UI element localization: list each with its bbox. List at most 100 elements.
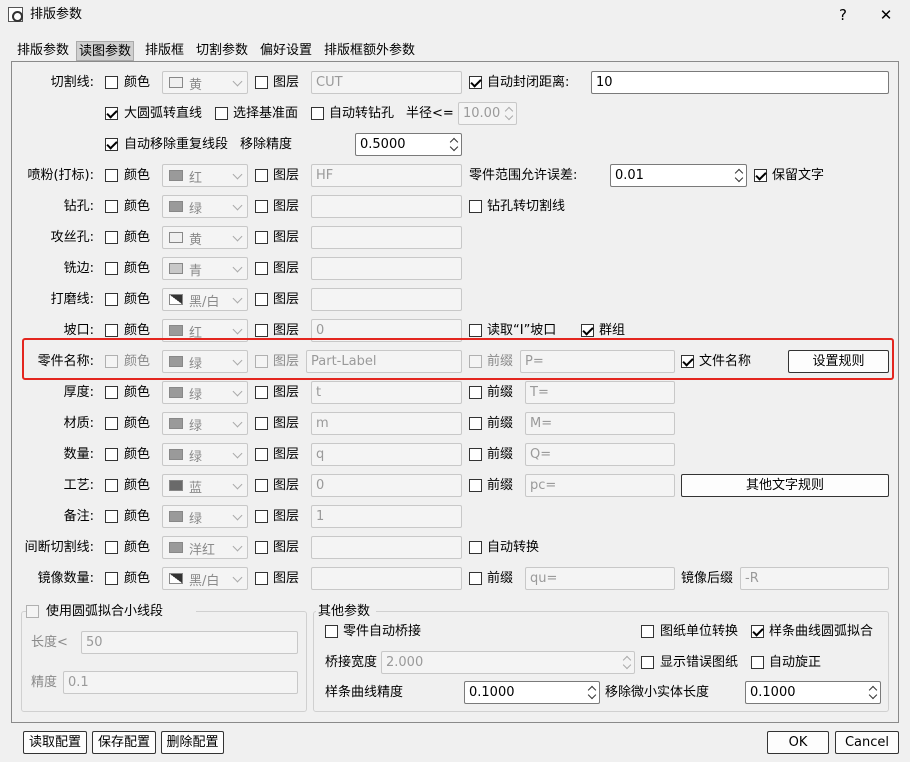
thickness-prefix-checkbox[interactable]: [469, 386, 482, 399]
bevel-color-checkbox[interactable]: [105, 324, 118, 337]
read-bevel-checkbox[interactable]: [469, 324, 482, 337]
set-rule-button[interactable]: 设置规则: [788, 350, 889, 373]
help-button[interactable]: ?: [831, 4, 855, 26]
note-layer-checkbox[interactable]: [255, 510, 268, 523]
bevel-layer-checkbox[interactable]: [255, 324, 268, 337]
auto-close-input[interactable]: 10: [591, 71, 889, 94]
radius-spinner[interactable]: 10.00: [458, 102, 517, 125]
auto-convert-checkbox[interactable]: [469, 541, 482, 554]
material-layer-checkbox[interactable]: [255, 417, 268, 430]
part-prefix-checkbox[interactable]: [469, 355, 482, 368]
mirror-prefix-input[interactable]: qu=: [525, 567, 675, 590]
mill-layer-input[interactable]: [311, 257, 462, 280]
process-prefix-input[interactable]: pc=: [525, 474, 675, 497]
close-icon[interactable]: ✕: [874, 4, 898, 26]
mirror-color-select[interactable]: 黑/白: [162, 567, 248, 590]
select-base-checkbox[interactable]: [215, 107, 228, 120]
note-color-select[interactable]: 绿: [162, 505, 248, 528]
other-text-rule-button[interactable]: 其他文字规则: [681, 474, 889, 497]
tap-color-checkbox[interactable]: [105, 231, 118, 244]
cancel-button[interactable]: Cancel: [835, 731, 899, 754]
auto-rotate-checkbox[interactable]: [751, 656, 764, 669]
powder-color-checkbox[interactable]: [105, 169, 118, 182]
group-checkbox[interactable]: [581, 324, 594, 337]
mirror-suffix-input[interactable]: -R: [740, 567, 889, 590]
note-color-checkbox[interactable]: [105, 510, 118, 523]
tab-preferences[interactable]: 偏好设置: [258, 41, 314, 61]
spin-down-icon[interactable]: [588, 693, 596, 701]
process-layer-input[interactable]: 0: [311, 474, 462, 497]
mill-color-select[interactable]: 青: [162, 257, 248, 280]
auto-bridge-checkbox[interactable]: [325, 625, 338, 638]
thickness-prefix-input[interactable]: T=: [525, 381, 675, 404]
read-config-button[interactable]: 读取配置: [23, 731, 87, 754]
arc-precision-input[interactable]: 0.1: [63, 671, 298, 694]
spin-down-icon[interactable]: [505, 114, 513, 122]
powder-layer-checkbox[interactable]: [255, 169, 268, 182]
auto-close-checkbox[interactable]: [469, 76, 482, 89]
spin-down-icon[interactable]: [450, 145, 458, 153]
cut-color-checkbox[interactable]: [105, 76, 118, 89]
note-layer-input[interactable]: 1: [311, 505, 462, 528]
auto-remove-checkbox[interactable]: [105, 138, 118, 151]
process-color-checkbox[interactable]: [105, 479, 118, 492]
cut-color-select[interactable]: 黄: [162, 71, 248, 94]
drill-layer-input[interactable]: [311, 195, 462, 218]
powder-layer-input[interactable]: HF: [311, 164, 462, 187]
grind-color-select[interactable]: 黑/白: [162, 288, 248, 311]
quantity-layer-checkbox[interactable]: [255, 448, 268, 461]
powder-color-select[interactable]: 红: [162, 164, 248, 187]
arc-length-input[interactable]: 50: [81, 631, 298, 654]
grind-layer-input[interactable]: [311, 288, 462, 311]
mirror-layer-checkbox[interactable]: [255, 572, 268, 585]
remove-small-spinner[interactable]: 0.1000: [745, 681, 881, 704]
spin-down-icon[interactable]: [623, 663, 631, 671]
mirror-color-checkbox[interactable]: [105, 572, 118, 585]
spline-precision-spinner[interactable]: 0.1000: [464, 681, 600, 704]
process-layer-checkbox[interactable]: [255, 479, 268, 492]
grind-color-checkbox[interactable]: [105, 293, 118, 306]
material-prefix-input[interactable]: M=: [525, 412, 675, 435]
tab-cut-params[interactable]: 切割参数: [194, 41, 250, 61]
drill-to-cut-checkbox[interactable]: [469, 200, 482, 213]
part-color-select[interactable]: 绿: [162, 350, 248, 373]
thickness-layer-checkbox[interactable]: [255, 386, 268, 399]
save-config-button[interactable]: 保存配置: [92, 731, 156, 754]
tap-color-select[interactable]: 黄: [162, 226, 248, 249]
tab-read-drawing-params[interactable]: 读图参数: [76, 41, 135, 61]
keep-text-checkbox[interactable]: [754, 169, 767, 182]
tab-layout-frame[interactable]: 排版框: [143, 41, 186, 61]
drill-layer-checkbox[interactable]: [255, 200, 268, 213]
cut-layer-checkbox[interactable]: [255, 76, 268, 89]
part-prefix-input[interactable]: P=: [520, 350, 675, 373]
intermittent-layer-input[interactable]: [311, 536, 462, 559]
intermittent-color-checkbox[interactable]: [105, 541, 118, 554]
part-layer-checkbox[interactable]: [255, 355, 268, 368]
bridge-width-spinner[interactable]: 2.000: [381, 651, 635, 674]
quantity-prefix-input[interactable]: Q=: [525, 443, 675, 466]
tap-layer-input[interactable]: [311, 226, 462, 249]
unit-convert-checkbox[interactable]: [641, 625, 654, 638]
quantity-color-select[interactable]: 绿: [162, 443, 248, 466]
spin-down-icon[interactable]: [869, 693, 877, 701]
material-color-select[interactable]: 绿: [162, 412, 248, 435]
mill-color-checkbox[interactable]: [105, 262, 118, 275]
tab-layout-params[interactable]: 排版参数: [15, 41, 71, 61]
material-prefix-checkbox[interactable]: [469, 417, 482, 430]
intermittent-layer-checkbox[interactable]: [255, 541, 268, 554]
material-layer-input[interactable]: m: [311, 412, 462, 435]
arc-to-line-checkbox[interactable]: [105, 107, 118, 120]
drill-color-checkbox[interactable]: [105, 200, 118, 213]
material-color-checkbox[interactable]: [105, 417, 118, 430]
quantity-layer-input[interactable]: q: [311, 443, 462, 466]
quantity-prefix-checkbox[interactable]: [469, 448, 482, 461]
thickness-color-checkbox[interactable]: [105, 386, 118, 399]
process-prefix-checkbox[interactable]: [469, 479, 482, 492]
mirror-layer-input[interactable]: [311, 567, 462, 590]
spin-down-icon[interactable]: [735, 176, 743, 184]
tolerance-spinner[interactable]: 0.01: [610, 164, 747, 187]
thickness-color-select[interactable]: 绿: [162, 381, 248, 404]
part-layer-input[interactable]: Part-Label: [306, 350, 462, 373]
thickness-layer-input[interactable]: t: [311, 381, 462, 404]
quantity-color-checkbox[interactable]: [105, 448, 118, 461]
